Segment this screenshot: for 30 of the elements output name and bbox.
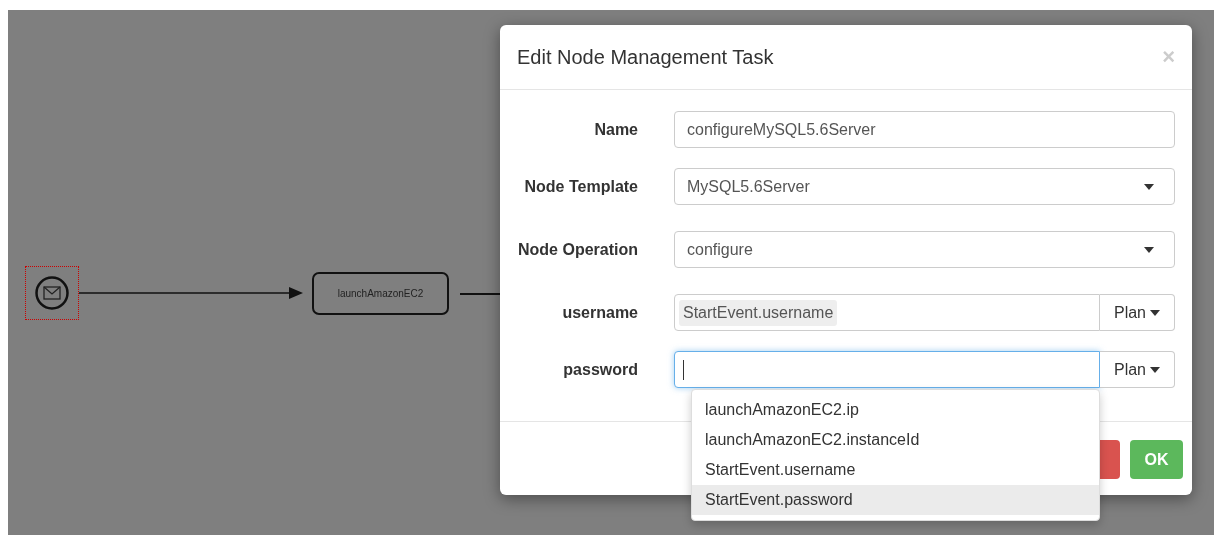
suggestion-item[interactable]: StartEvent.username (692, 455, 1099, 485)
plan-dropdown-button[interactable]: Plan (1100, 351, 1175, 388)
envelope-icon (35, 276, 69, 310)
field-label: username (561, 302, 639, 323)
field-label: password (562, 359, 639, 380)
dialog-title: Edit Node Management Task (517, 45, 774, 70)
select-field[interactable]: configure (674, 231, 1175, 268)
caret-icon (1144, 246, 1154, 253)
field-value: configure (687, 239, 753, 260)
plan-dropdown-button[interactable]: Plan (1100, 294, 1175, 331)
suggestion-item[interactable]: launchAmazonEC2.ip (692, 395, 1099, 425)
field-value: MySQL5.6Server (687, 176, 810, 197)
start-event[interactable] (25, 266, 79, 320)
field-label: Node Template (523, 176, 639, 197)
caret-icon (1144, 183, 1154, 190)
input-field[interactable] (674, 351, 1100, 388)
sequence-line (460, 293, 500, 295)
field-label: Node Operation (517, 239, 639, 260)
select-field[interactable]: MySQL5.6Server (674, 168, 1175, 205)
input-field[interactable]: StartEvent.username (674, 294, 1100, 331)
caret-icon (1150, 366, 1160, 373)
caret-icon (1150, 309, 1160, 316)
task-node[interactable]: launchAmazonEC2 (312, 272, 449, 315)
token-chip[interactable]: StartEvent.username (679, 299, 838, 326)
suggestion-item[interactable]: launchAmazonEC2.instanceId (692, 425, 1099, 455)
field-label: Name (593, 119, 639, 140)
text-cursor (683, 359, 684, 380)
text-field[interactable]: configureMySQL5.6Server (674, 111, 1175, 148)
field-value: configureMySQL5.6Server (687, 119, 876, 140)
suggestion-item[interactable]: StartEvent.password (692, 485, 1099, 515)
